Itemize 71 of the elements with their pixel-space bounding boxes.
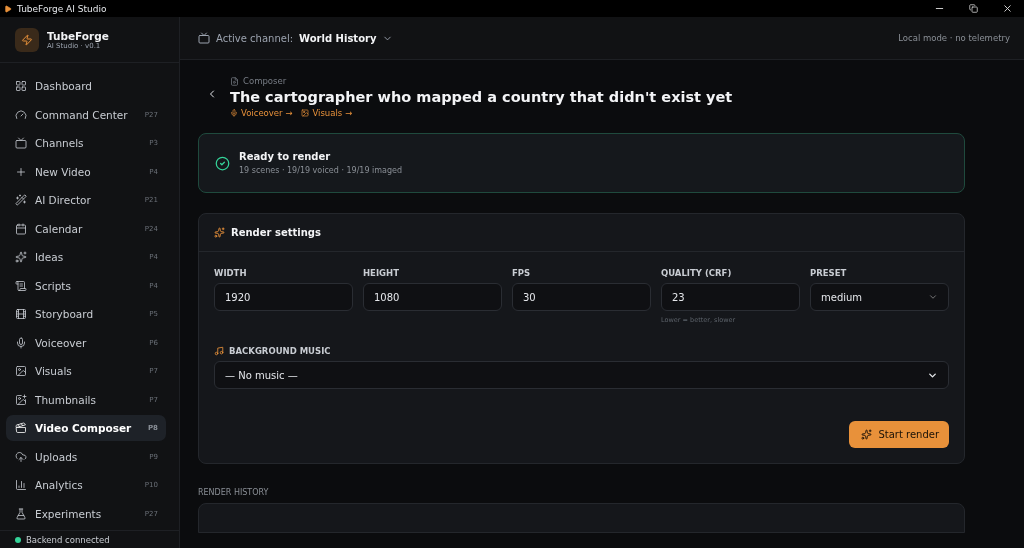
field-label: PRESET xyxy=(810,268,848,278)
status-detail: 19 scenes · 19/19 voiced · 19/19 imaged xyxy=(239,166,403,175)
section-title: RENDER HISTORY xyxy=(198,488,270,497)
image-plus-icon xyxy=(15,393,27,406)
item-label: Scripts xyxy=(35,279,71,292)
item-label: Dashboard xyxy=(35,80,92,92)
field-label: WIDTH xyxy=(214,268,248,278)
item-label: Channels xyxy=(35,137,84,149)
sparkle-icon xyxy=(861,429,873,440)
image-icon xyxy=(15,365,27,377)
breadcrumb: Composer xyxy=(243,76,287,86)
gauge-icon xyxy=(15,108,27,121)
start-render-button[interactable]: Start render xyxy=(849,421,949,448)
logo-icon xyxy=(15,27,39,52)
tv-icon xyxy=(198,32,210,44)
file-icon xyxy=(230,76,239,86)
field-label: BACKGROUND MUSIC xyxy=(229,346,331,356)
page-title: The cartographer who mapped a country that didn't exist yet xyxy=(230,89,733,105)
cloud-upload-icon xyxy=(15,450,27,463)
tv-icon xyxy=(15,137,27,149)
mode-text: Local mode · no telemetry xyxy=(898,33,1010,43)
preset-select[interactable]: medium xyxy=(810,283,949,311)
image-icon xyxy=(301,109,310,117)
brand-name: TubeForge xyxy=(47,29,109,42)
item-label: Storyboard xyxy=(35,308,94,320)
status-text: Backend connected xyxy=(26,534,110,545)
field-label: FPS xyxy=(512,268,532,278)
scroll-icon xyxy=(15,279,27,292)
sparkle-icon xyxy=(15,251,27,263)
plus-icon xyxy=(15,165,27,178)
check-icon xyxy=(215,155,230,171)
number-field[interactable]: 1080 xyxy=(363,283,502,311)
channel-name[interactable]: World History xyxy=(299,32,377,44)
item-label: Analytics xyxy=(35,479,83,491)
film-icon xyxy=(15,308,27,320)
number-field[interactable]: 1920 xyxy=(214,283,353,311)
item-label: Experiments xyxy=(35,507,102,520)
item-label: Voiceover xyxy=(35,336,87,349)
microphone-icon xyxy=(230,109,238,117)
item-label: Ideas xyxy=(35,251,64,263)
item-label: Visuals xyxy=(35,365,72,377)
item-label: New Video xyxy=(35,165,91,178)
app-icon xyxy=(4,4,12,13)
window-title: TubeForge AI Studio xyxy=(17,3,107,14)
chevron-down-icon xyxy=(928,292,938,302)
nav-link[interactable]: Voiceover → xyxy=(230,108,293,118)
channel-label: Active channel: xyxy=(216,32,294,44)
item-label: AI Director xyxy=(35,194,91,206)
nav-link[interactable]: Visuals → xyxy=(301,108,353,118)
microphone-icon xyxy=(15,336,27,349)
card-title: Render settings xyxy=(231,227,321,238)
sparkle-icon xyxy=(214,227,225,238)
wand-icon xyxy=(15,194,27,206)
bar-chart-icon xyxy=(15,479,27,491)
sidebar-item[interactable]: Dashboard xyxy=(6,73,166,99)
grid-icon xyxy=(15,80,27,92)
music-icon xyxy=(214,346,224,356)
item-label: Calendar xyxy=(35,222,83,235)
item-label: Uploads xyxy=(35,450,78,463)
number-field[interactable]: 23 xyxy=(661,283,800,311)
item-label: Video Composer xyxy=(35,422,132,434)
field-label: QUALITY (CRF) xyxy=(661,268,733,278)
clapperboard-icon xyxy=(15,422,27,434)
music-select[interactable]: — No music — xyxy=(214,361,949,389)
field-label: HEIGHT xyxy=(363,268,400,278)
calendar-icon xyxy=(15,222,27,235)
status-title: Ready to render xyxy=(239,151,332,162)
item-label: Thumbnails xyxy=(35,393,96,406)
item-label: Command Center xyxy=(35,108,128,121)
flask-icon xyxy=(15,507,27,520)
number-field[interactable]: 30 xyxy=(512,283,651,311)
